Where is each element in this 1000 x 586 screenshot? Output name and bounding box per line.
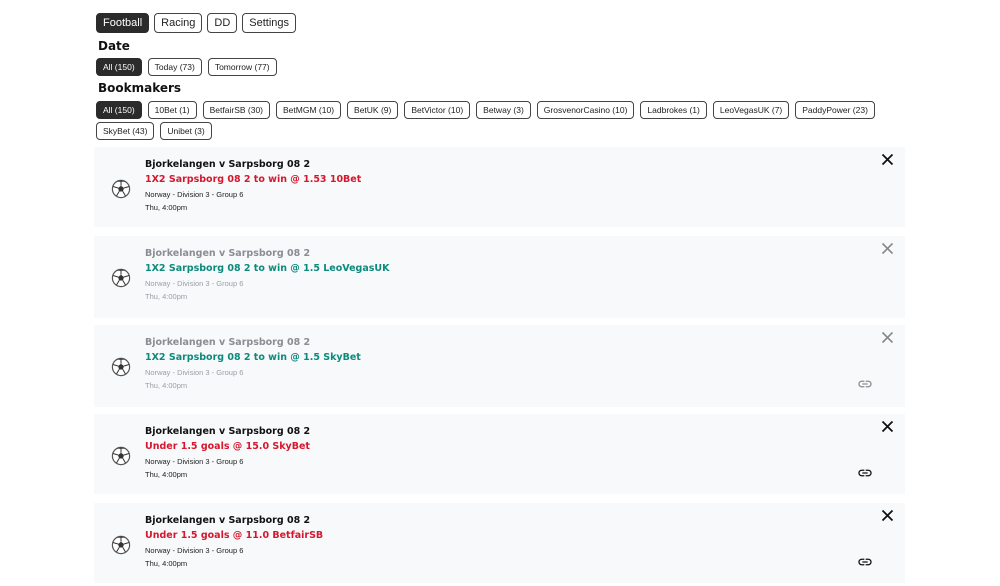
bet-card[interactable]: Bjorkelangen v Sarpsborg 08 2 1X2 Sarpsb… [94, 325, 905, 407]
event-time: Thu, 4:00pm [145, 381, 188, 390]
sport-tabs: Football Racing DD Settings [96, 13, 906, 33]
bet-card[interactable]: Bjorkelangen v Sarpsborg 08 2 Under 1.5 … [94, 503, 905, 583]
bookmaker-filter-betvictor[interactable]: BetVictor (10) [404, 101, 471, 119]
tab-racing[interactable]: Racing [154, 13, 203, 33]
league-name: Norway - Division 3 - Group 6 [145, 279, 244, 288]
league-name: Norway - Division 3 - Group 6 [145, 190, 244, 199]
close-icon[interactable] [881, 242, 894, 255]
event-title: Bjorkelangen v Sarpsborg 08 2 [145, 426, 311, 437]
bookmaker-filter-betuk[interactable]: BetUK (9) [347, 101, 399, 119]
date-filter-tomorrow[interactable]: Tomorrow (77) [207, 58, 277, 76]
bet-card[interactable]: Bjorkelangen v Sarpsborg 08 2 1X2 Sarpsb… [94, 147, 905, 227]
close-icon[interactable] [881, 509, 894, 522]
event-time: Thu, 4:00pm [145, 470, 188, 479]
bet-description: 1X2 Sarpsborg 08 2 to win @ 1.5 SkyBet [145, 352, 361, 363]
bookmaker-filter-betfairsb[interactable]: BetfairSB (30) [202, 101, 271, 119]
event-time: Thu, 4:00pm [145, 292, 188, 301]
bookmakers-heading: Bookmakers [98, 81, 182, 95]
bookmaker-filter-grosvenorcasino[interactable]: GrosvenorCasino (10) [536, 101, 635, 119]
event-time: Thu, 4:00pm [145, 203, 188, 212]
tab-dd[interactable]: DD [207, 13, 238, 33]
link-icon[interactable] [857, 376, 873, 392]
bookmaker-filter-betmgm[interactable]: BetMGM (10) [276, 101, 342, 119]
date-filter-all[interactable]: All (150) [96, 58, 142, 76]
football-icon [111, 535, 131, 555]
league-name: Norway - Division 3 - Group 6 [145, 546, 244, 555]
event-time: Thu, 4:00pm [145, 559, 188, 568]
date-filter: All (150) Today (73) Tomorrow (77) [96, 58, 277, 76]
link-icon[interactable] [857, 554, 873, 570]
close-icon[interactable] [881, 331, 894, 344]
tab-football[interactable]: Football [96, 13, 150, 33]
event-title: Bjorkelangen v Sarpsborg 08 2 [145, 515, 311, 526]
tab-settings[interactable]: Settings [242, 13, 297, 33]
bet-description: Under 1.5 goals @ 15.0 SkyBet [145, 441, 310, 452]
bet-card[interactable]: Bjorkelangen v Sarpsborg 08 2 Under 1.5 … [94, 414, 905, 494]
league-name: Norway - Division 3 - Group 6 [145, 457, 244, 466]
football-icon [111, 179, 131, 199]
bet-description: Under 1.5 goals @ 11.0 BetfairSB [145, 530, 324, 541]
bookmaker-filter: All (150) 10Bet (1) BetfairSB (30) BetMG… [96, 101, 908, 140]
bet-description: 1X2 Sarpsborg 08 2 to win @ 1.5 LeoVegas… [145, 263, 390, 274]
bookmaker-filter-all[interactable]: All (150) [96, 101, 142, 119]
bookmaker-filter-unibet[interactable]: Unibet (3) [160, 122, 212, 140]
filter-panel: Football Racing DD Settings Date All (15… [96, 13, 906, 140]
date-heading: Date [98, 39, 130, 53]
date-filter-today[interactable]: Today (73) [147, 58, 202, 76]
event-title: Bjorkelangen v Sarpsborg 08 2 [145, 159, 311, 170]
bookmaker-filter-skybet[interactable]: SkyBet (43) [96, 122, 155, 140]
bookmaker-filter-betway[interactable]: Betway (3) [476, 101, 531, 119]
bet-description: 1X2 Sarpsborg 08 2 to win @ 1.53 10Bet [145, 174, 362, 185]
league-name: Norway - Division 3 - Group 6 [145, 368, 244, 377]
bookmaker-filter-leovegasuk[interactable]: LeoVegasUK (7) [712, 101, 790, 119]
link-icon[interactable] [857, 465, 873, 481]
bookmaker-filter-10bet[interactable]: 10Bet (1) [147, 101, 197, 119]
bet-card[interactable]: Bjorkelangen v Sarpsborg 08 2 1X2 Sarpsb… [94, 236, 905, 318]
close-icon[interactable] [881, 420, 894, 433]
close-icon[interactable] [881, 153, 894, 166]
bookmaker-filter-ladbrokes[interactable]: Ladbrokes (1) [640, 101, 707, 119]
football-icon [111, 268, 131, 288]
football-icon [111, 357, 131, 377]
bookmaker-filter-paddypower[interactable]: PaddyPower (23) [795, 101, 875, 119]
event-title: Bjorkelangen v Sarpsborg 08 2 [145, 337, 311, 348]
football-icon [111, 446, 131, 466]
event-title: Bjorkelangen v Sarpsborg 08 2 [145, 248, 311, 259]
